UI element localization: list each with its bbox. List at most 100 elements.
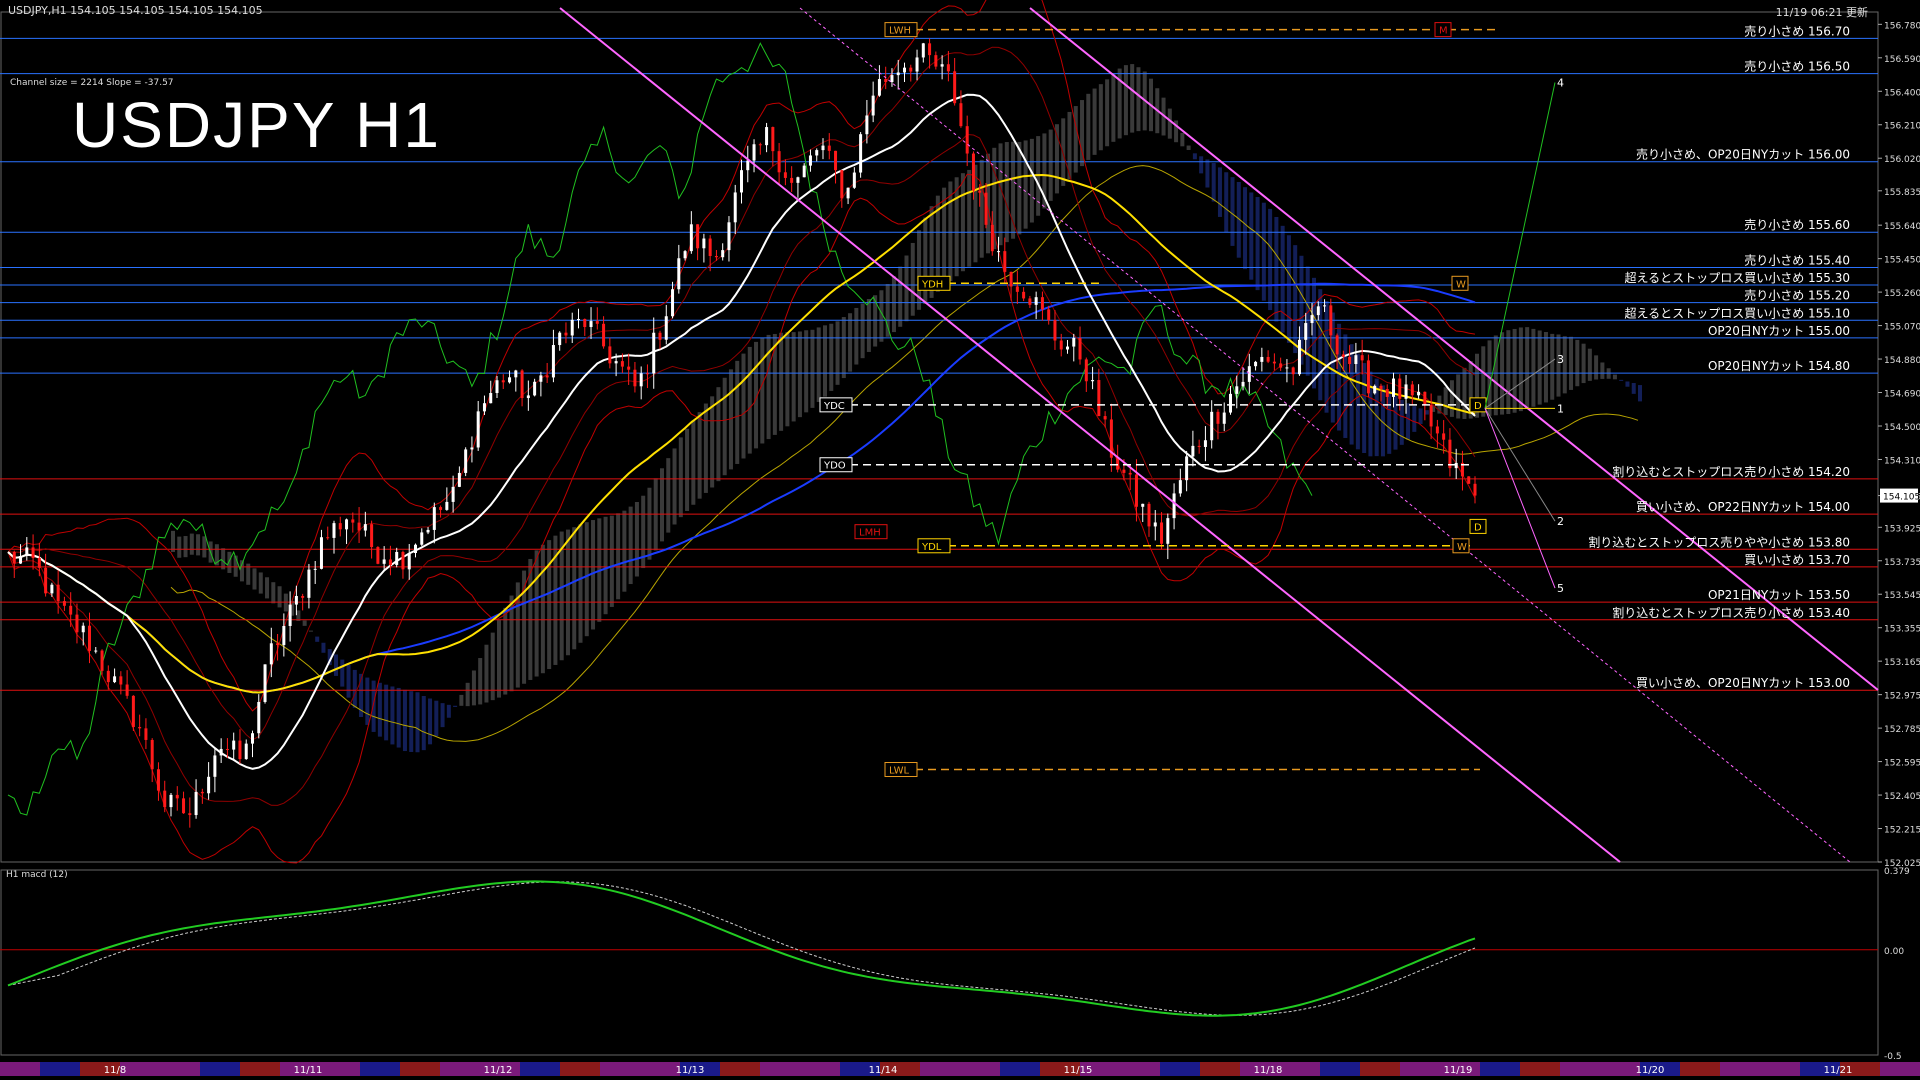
cloud-segment <box>1029 138 1034 223</box>
candle-body <box>345 519 349 530</box>
cloud-segment <box>1249 192 1254 280</box>
candle-body <box>1335 335 1339 355</box>
candle-body <box>207 776 211 794</box>
date-bar-segment <box>560 1062 600 1076</box>
macd-panel-frame <box>0 869 1879 1056</box>
cloud-segment <box>434 700 439 737</box>
candle-body <box>771 127 775 152</box>
date-bar-segment <box>400 1062 440 1076</box>
cloud-segment <box>252 568 257 590</box>
candle-body <box>796 177 800 183</box>
candle-body <box>1166 518 1170 544</box>
projection-label: 3 <box>1557 353 1564 366</box>
candle-body <box>909 67 913 72</box>
date-bar-segment <box>1720 1062 1760 1076</box>
cloud-segment <box>967 169 972 267</box>
candle-body <box>457 472 461 487</box>
cloud-segment <box>942 187 947 287</box>
candle-body <box>263 664 267 702</box>
cloud-segment <box>785 332 790 427</box>
cloud-segment <box>1631 382 1636 394</box>
candle-body <box>677 258 681 290</box>
candle-body <box>1354 355 1358 365</box>
candle-body <box>113 676 117 683</box>
candle-body <box>589 321 593 328</box>
price-level-label: 売り小さめ 156.70 <box>1744 23 1850 38</box>
cloud-segment <box>1211 163 1216 202</box>
y-tick-label: 154.500 <box>1884 423 1920 433</box>
cloud-segment <box>1525 327 1530 409</box>
cloud-segment <box>1136 67 1141 132</box>
candle-body <box>1467 476 1471 484</box>
cloud-segment <box>1199 156 1204 174</box>
candle-body <box>984 192 988 225</box>
candle-body <box>138 727 142 729</box>
cloud-segment <box>1581 343 1586 384</box>
macd-tick-label: 0.379 <box>1884 867 1910 877</box>
chart-canvas: LWH M YDH W YDC D YDO LMH D YDL W LWL 4 3 1 2 5 売り小さめ 156… <box>0 0 1920 1076</box>
candle-body <box>351 519 355 523</box>
candle-body <box>1272 361 1276 364</box>
candle-body <box>19 555 23 564</box>
reference-label: LWH <box>889 26 911 37</box>
candle-body <box>721 250 725 258</box>
reference-label: W <box>1457 542 1467 553</box>
price-level-label: 買い小さめ 153.70 <box>1744 553 1850 567</box>
cloud-segment <box>1443 387 1448 416</box>
y-tick-label: 153.355 <box>1884 625 1920 635</box>
candle-body <box>75 614 79 633</box>
x-tick-label: 11/21 <box>1824 1065 1853 1076</box>
candle-body <box>990 224 994 252</box>
cloud-segment <box>722 377 727 476</box>
candle-body <box>595 321 599 324</box>
date-bar-segment <box>1200 1062 1240 1076</box>
candle-body <box>1097 380 1101 417</box>
cloud-segment <box>898 266 903 327</box>
candle-body <box>407 552 411 570</box>
candle-body <box>1210 411 1214 441</box>
candle-body <box>551 345 555 378</box>
cloud-segment <box>1098 84 1103 151</box>
cloud-segment <box>829 323 834 391</box>
price-level-label: 売り小さめ 155.20 <box>1744 288 1850 303</box>
date-bar-segment <box>640 1062 680 1076</box>
candle-body <box>1203 440 1207 447</box>
candle-body <box>664 316 668 340</box>
price-level-label: 売り小さめ 155.60 <box>1744 217 1850 232</box>
candle-body <box>865 115 869 135</box>
candle-body <box>953 71 957 104</box>
price-level-label: 買い小さめ、OP22日NYカット 154.00 <box>1636 500 1850 514</box>
cloud-segment <box>1600 362 1605 379</box>
cloud-segment <box>628 506 633 585</box>
candle-body <box>1229 393 1232 413</box>
candle-body <box>1247 366 1251 382</box>
x-tick-label: 11/18 <box>1254 1065 1283 1076</box>
date-bar-segment <box>1320 1062 1360 1076</box>
candle-body <box>1072 337 1076 347</box>
cloud-segment <box>177 536 182 558</box>
candle-body <box>1366 360 1370 394</box>
candle-body <box>219 748 223 756</box>
cloud-segment <box>816 327 821 402</box>
date-bar-segment <box>920 1062 960 1076</box>
cloud-segment <box>1412 406 1417 432</box>
candle-body <box>946 64 950 72</box>
cloud-segment <box>1612 374 1617 380</box>
candle-body <box>1348 356 1352 365</box>
cloud-segment <box>1493 335 1498 416</box>
candle-body <box>533 381 537 396</box>
date-bar-segment <box>240 1062 280 1076</box>
price-level-label: 買い小さめ、OP20日NYカット 153.00 <box>1636 676 1850 690</box>
bollinger-lower-1 <box>7 133 1476 806</box>
y-tick-label: 155.450 <box>1884 256 1920 266</box>
cloud-segment <box>1638 385 1642 402</box>
cloud-segment <box>340 659 345 687</box>
cloud-segment <box>271 582 276 604</box>
cloud-segment <box>691 420 696 505</box>
candle-body <box>539 375 543 382</box>
candle-body <box>150 739 154 770</box>
cloud-segment <box>321 642 326 653</box>
cloud-segment <box>221 548 226 570</box>
price-level-label: OP21日NYカット 153.50 <box>1708 588 1850 602</box>
candle-body <box>733 192 737 223</box>
